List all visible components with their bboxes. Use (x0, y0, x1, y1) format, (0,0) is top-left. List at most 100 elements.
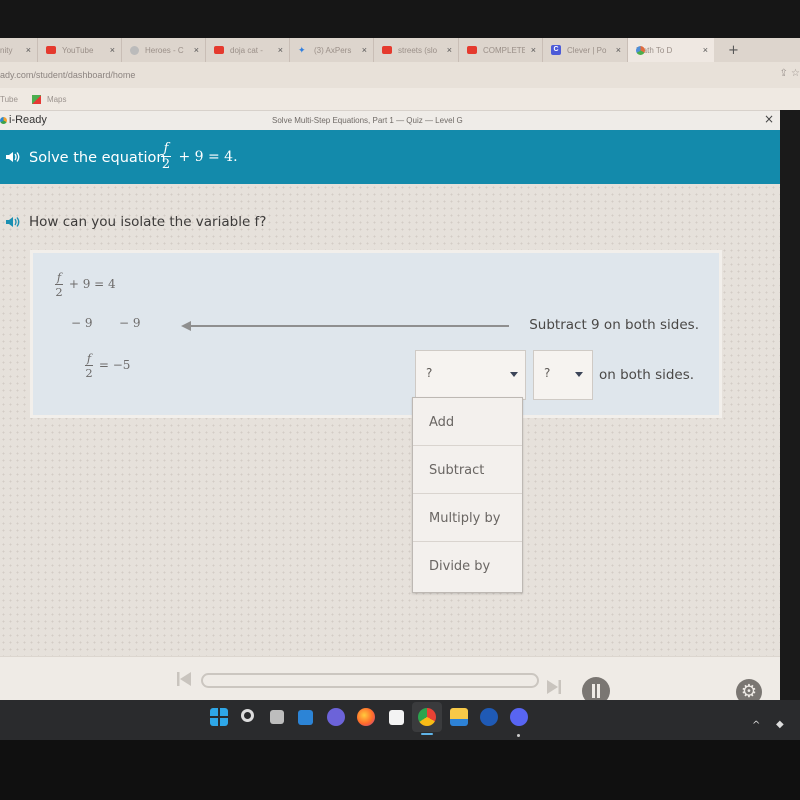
tab-title: Clever | Po (567, 45, 607, 55)
fraction: f 2 (85, 352, 93, 379)
work-panel: f 2 + 9 = 4 − 9 − 9 Subtract 9 on both s… (30, 250, 722, 418)
equation-rest: + 9 = 4 (68, 277, 116, 291)
bookmarks-bar: Tube Maps (0, 88, 800, 110)
app-icon[interactable] (480, 708, 498, 726)
discord-icon[interactable] (510, 708, 528, 726)
dropdown-option-add[interactable]: Add (413, 398, 522, 446)
prompt-equation: f 2 + 9 = 4. (161, 142, 238, 171)
tray-chevron-up-icon[interactable]: ^ (752, 720, 760, 731)
windows-start-icon[interactable] (210, 708, 228, 726)
denominator: 2 (161, 157, 171, 172)
browser-tab[interactable]: doja cat - × (206, 38, 290, 62)
browser-tab-active[interactable]: Math To D × (628, 38, 714, 62)
tab-close-icon[interactable]: × (616, 45, 621, 55)
iready-logo: i-Ready (0, 114, 47, 126)
tab-close-icon[interactable]: × (278, 45, 283, 55)
new-tab-button[interactable]: + (728, 43, 739, 58)
browser-tab[interactable]: YouTube × (38, 38, 122, 62)
dropdown-option-subtract[interactable]: Subtract (413, 446, 522, 494)
logo-text: i-Ready (9, 114, 47, 126)
task-view-icon[interactable] (270, 710, 284, 724)
dropdown-option-divide[interactable]: Divide by (413, 542, 522, 590)
heroes-icon (130, 45, 139, 55)
speaker-icon[interactable] (4, 215, 20, 229)
select-value: ? (426, 366, 433, 380)
numerator: f (163, 141, 169, 156)
equation-rest: = −5 (98, 358, 131, 372)
skip-forward-icon[interactable] (546, 679, 562, 695)
wifi-icon[interactable]: ◆ (776, 719, 784, 730)
bookmark-youtube[interactable]: Tube (0, 95, 18, 104)
close-lesson-button[interactable]: × (764, 112, 774, 126)
step-1-text: Subtract 9 on both sides. (529, 317, 699, 333)
monitor-bezel-bottom (0, 740, 800, 800)
step-2-suffix: on both sides. (599, 367, 695, 383)
browser-tab[interactable]: nity × (0, 38, 38, 62)
youtube-icon (46, 46, 56, 54)
chrome-icon[interactable] (418, 708, 436, 726)
number-select[interactable]: ? (533, 350, 593, 400)
bookmark-label: Maps (46, 94, 67, 104)
tab-title: streets (slo (398, 45, 438, 55)
maps-icon (31, 94, 41, 104)
search-icon[interactable] (241, 709, 254, 722)
numerator: f (86, 351, 92, 365)
equation-line-1: f 2 + 9 = 4 (55, 271, 116, 298)
bookmark-label: Tube (0, 94, 18, 104)
tab-close-icon[interactable]: × (447, 45, 452, 55)
operation-dropdown-menu: Add Subtract Multiply by Divide by (412, 397, 523, 593)
equation-line-3: f 2 = −5 (85, 352, 130, 379)
widgets-icon[interactable] (298, 710, 313, 725)
denominator: 2 (55, 285, 63, 299)
url-text[interactable]: ady.com/student/dashboard/home (0, 70, 135, 80)
iready-logo-icon (0, 116, 7, 124)
active-indicator (421, 733, 433, 735)
tab-title: (3) AxPers (314, 45, 352, 55)
progress-track[interactable] (201, 673, 539, 688)
prompt-text: Solve the equation (29, 150, 166, 166)
tab-close-icon[interactable]: × (362, 45, 367, 55)
tab-close-icon[interactable]: × (703, 45, 708, 55)
browser-tab[interactable]: C Clever | Po × (543, 38, 628, 62)
screen-edge (780, 110, 800, 716)
running-indicator (517, 734, 520, 737)
numerator: f (56, 270, 62, 284)
clever-icon: C (551, 45, 561, 55)
tab-close-icon[interactable]: × (194, 45, 199, 55)
share-icon[interactable]: ⇪ ☆ (779, 68, 800, 79)
screen: nity × YouTube × Heroes - C × doja cat -… (0, 0, 800, 800)
monitor-bezel (0, 0, 800, 38)
youtube-icon (467, 46, 477, 54)
browser-tab[interactable]: ✦ (3) AxPers × (290, 38, 374, 62)
math-icon (636, 45, 645, 55)
address-bar[interactable]: ady.com/student/dashboard/home ⇪ ☆ (0, 62, 800, 88)
app-header: i-Ready Solve Multi-Step Equations, Part… (0, 110, 780, 130)
dropdown-option-multiply[interactable]: Multiply by (413, 494, 522, 542)
chevron-down-icon (510, 372, 518, 377)
tab-title: YouTube (62, 45, 94, 55)
file-explorer-icon[interactable] (450, 708, 468, 726)
tab-title: COMPLETE (483, 45, 525, 55)
operation-select[interactable]: ? (415, 350, 526, 400)
windows-taskbar: ^ ◆ (0, 700, 800, 740)
fraction: f 2 (55, 271, 63, 298)
content-area: How can you isolate the variable f? f 2 … (0, 184, 780, 656)
browser-tab[interactable]: COMPLETE × (459, 38, 543, 62)
tab-close-icon[interactable]: × (26, 45, 31, 55)
equation-rest: + 9 = 4. (178, 148, 238, 165)
tab-close-icon[interactable]: × (110, 45, 115, 55)
bookmark-maps[interactable]: Maps (31, 94, 67, 104)
twitter-icon: ✦ (298, 45, 306, 55)
speaker-icon[interactable] (4, 150, 20, 164)
teams-chat-icon[interactable] (327, 708, 345, 726)
skip-back-icon[interactable] (176, 671, 192, 687)
lesson-title: Solve Multi-Step Equations, Part 1 — Qui… (272, 116, 463, 125)
browser-tab[interactable]: streets (slo × (374, 38, 459, 62)
tab-close-icon[interactable]: × (531, 45, 536, 55)
browser-tab[interactable]: Heroes - C × (122, 38, 206, 62)
microsoft-store-icon[interactable] (389, 710, 404, 725)
arrow-line (181, 321, 509, 331)
subtract-left: − 9 (71, 316, 93, 330)
browser-tab-strip: nity × YouTube × Heroes - C × doja cat -… (0, 38, 800, 62)
firefox-icon[interactable] (357, 708, 375, 726)
